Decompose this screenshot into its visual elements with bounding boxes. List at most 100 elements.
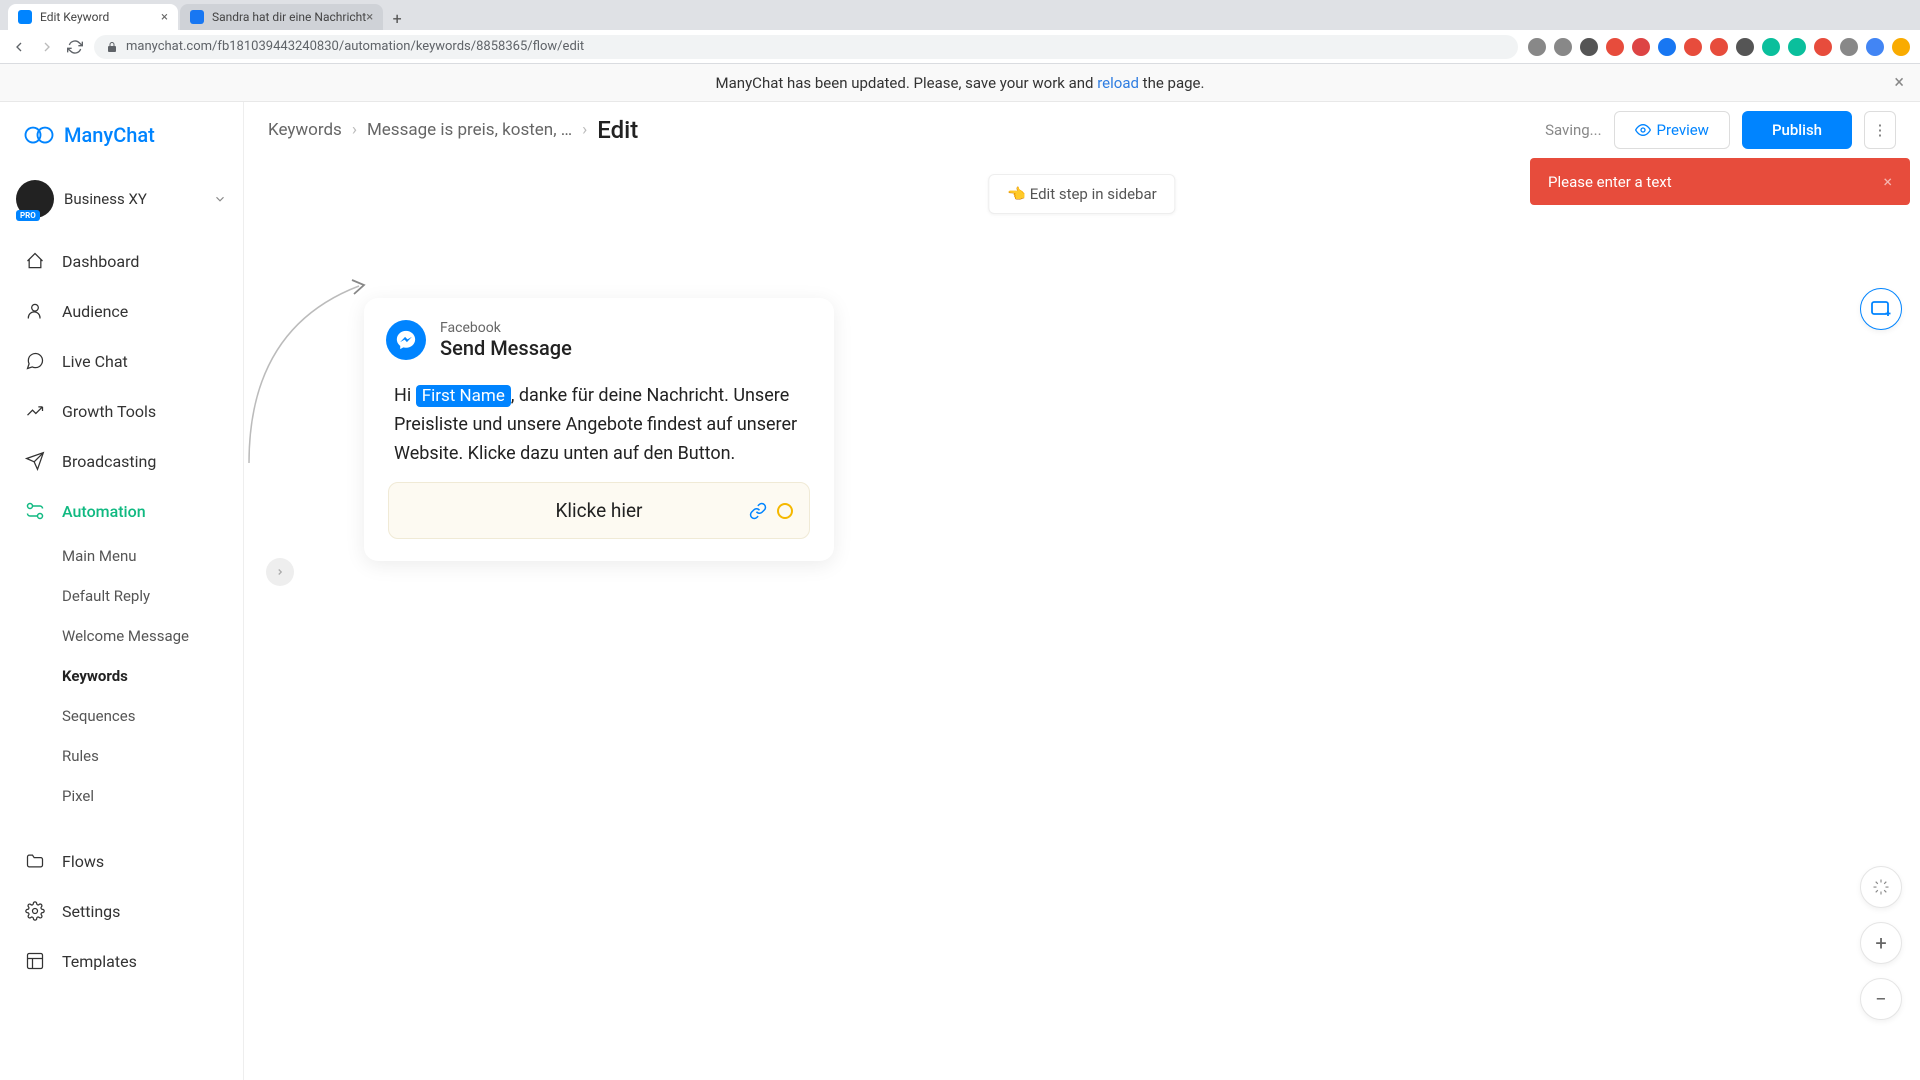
- subnav-sequences[interactable]: Sequences: [62, 696, 243, 736]
- sidebar-item-label: Growth Tools: [62, 402, 156, 421]
- sidebar-item-growthtools[interactable]: Growth Tools: [0, 386, 243, 436]
- add-step-button[interactable]: [1860, 288, 1902, 330]
- sidebar-item-label: Audience: [62, 302, 128, 321]
- browser-tab-active[interactable]: Edit Keyword ×: [8, 4, 178, 30]
- update-banner: ManyChat has been updated. Please, save …: [0, 64, 1920, 102]
- sidebar-item-label: Broadcasting: [62, 452, 156, 471]
- breadcrumb: Keywords › Message is preis, kosten, … ›…: [268, 116, 638, 144]
- avatar-icon[interactable]: [1892, 38, 1910, 56]
- message-body[interactable]: Hi First Name, danke für deine Nachricht…: [386, 378, 812, 539]
- extension-icon[interactable]: [1580, 38, 1598, 56]
- eye-icon: [1635, 122, 1651, 138]
- subnav-default-reply[interactable]: Default Reply: [62, 576, 243, 616]
- message-text: Hi First Name, danke für deine Nachricht…: [388, 382, 810, 482]
- messenger-icon: [386, 320, 426, 360]
- sidebar-item-flows[interactable]: Flows: [0, 836, 243, 886]
- sidebar-item-broadcasting[interactable]: Broadcasting: [0, 436, 243, 486]
- address-bar[interactable]: manychat.com/fb181039443240830/automatio…: [94, 35, 1518, 59]
- extension-icon[interactable]: [1866, 38, 1884, 56]
- automation-icon: [24, 500, 46, 522]
- pro-badge: PRO: [16, 210, 40, 221]
- extension-icon[interactable]: [1814, 38, 1832, 56]
- auto-arrange-button[interactable]: [1860, 866, 1902, 908]
- breadcrumb-link[interactable]: Keywords: [268, 120, 342, 140]
- sidebar-item-livechat[interactable]: Live Chat: [0, 336, 243, 386]
- breadcrumb-link[interactable]: Message is preis, kosten, …: [367, 120, 572, 140]
- folder-icon: [24, 850, 46, 872]
- subnav-welcome-message[interactable]: Welcome Message: [62, 616, 243, 656]
- favicon-icon: [18, 10, 32, 24]
- main-area: Keywords › Message is preis, kosten, … ›…: [244, 102, 1920, 1080]
- zoom-out-button[interactable]: −: [1860, 978, 1902, 1020]
- reload-link[interactable]: reload: [1097, 74, 1139, 92]
- lock-icon: [106, 41, 118, 53]
- chevron-right-icon: ›: [582, 120, 587, 140]
- zoom-tools: + −: [1860, 866, 1902, 1020]
- browser-tab[interactable]: Sandra hat dir eine Nachricht ×: [180, 4, 383, 30]
- reload-button[interactable]: [66, 38, 84, 56]
- publish-button[interactable]: Publish: [1742, 111, 1852, 149]
- preview-button[interactable]: Preview: [1614, 111, 1730, 149]
- subnav-rules[interactable]: Rules: [62, 736, 243, 776]
- close-icon[interactable]: ×: [1894, 72, 1904, 93]
- extension-icon[interactable]: [1606, 38, 1624, 56]
- sidebar-item-settings[interactable]: Settings: [0, 886, 243, 936]
- flow-canvas[interactable]: Facebook Send Message Hi First Name, dan…: [244, 158, 1920, 1080]
- chat-icon: [24, 350, 46, 372]
- automation-subnav: Main Menu Default Reply Welcome Message …: [0, 536, 243, 816]
- link-icon: [749, 502, 767, 520]
- account-name: Business XY: [64, 190, 147, 208]
- extension-icon[interactable]: [1710, 38, 1728, 56]
- extension-icon[interactable]: [1528, 38, 1546, 56]
- home-icon: [24, 250, 46, 272]
- tab-title: Edit Keyword: [40, 10, 109, 24]
- brand-name: ManyChat: [64, 123, 155, 147]
- sidebar: ManyChat PRO Business XY Dashboard Audie…: [0, 102, 244, 1080]
- close-icon[interactable]: ×: [161, 10, 168, 25]
- brand-logo[interactable]: ManyChat: [0, 120, 243, 172]
- extension-icon[interactable]: [1658, 38, 1676, 56]
- topbar: Keywords › Message is preis, kosten, … ›…: [244, 102, 1920, 158]
- logo-icon: [24, 120, 54, 150]
- sidebar-item-templates[interactable]: Templates: [0, 936, 243, 986]
- saving-status: Saving...: [1545, 121, 1601, 139]
- extension-icon[interactable]: [1632, 38, 1650, 56]
- sidebar-item-automation[interactable]: Automation: [0, 486, 243, 536]
- extension-icon[interactable]: [1762, 38, 1780, 56]
- sidebar-item-label: Dashboard: [62, 252, 139, 271]
- status-ring-icon: [777, 503, 793, 519]
- subnav-keywords[interactable]: Keywords: [62, 656, 243, 696]
- sidebar-item-dashboard[interactable]: Dashboard: [0, 236, 243, 286]
- extension-icon[interactable]: [1554, 38, 1572, 56]
- account-switcher[interactable]: PRO Business XY: [0, 172, 243, 236]
- extension-icon[interactable]: [1736, 38, 1754, 56]
- tab-title: Sandra hat dir eine Nachricht: [212, 10, 366, 24]
- main-nav: Dashboard Audience Live Chat Growth Tool…: [0, 236, 243, 536]
- variable-chip[interactable]: First Name: [416, 385, 511, 407]
- send-message-node[interactable]: Facebook Send Message Hi First Name, dan…: [364, 298, 834, 561]
- extension-icon[interactable]: [1684, 38, 1702, 56]
- gear-icon: [24, 900, 46, 922]
- new-tab-button[interactable]: +: [385, 6, 409, 30]
- close-icon[interactable]: ×: [366, 10, 373, 25]
- sidebar-item-audience[interactable]: Audience: [0, 286, 243, 336]
- forward-button[interactable]: [38, 38, 56, 56]
- users-icon: [24, 300, 46, 322]
- banner-text: ManyChat has been updated. Please, save …: [716, 74, 1205, 92]
- sidebar-item-label: Automation: [62, 502, 146, 521]
- subnav-pixel[interactable]: Pixel: [62, 776, 243, 816]
- url-text: manychat.com/fb181039443240830/automatio…: [126, 39, 584, 54]
- canvas-tools: [1860, 288, 1902, 330]
- subnav-main-menu[interactable]: Main Menu: [62, 536, 243, 576]
- page-title: Edit: [597, 116, 638, 144]
- message-button[interactable]: Klicke hier: [388, 482, 810, 539]
- more-button[interactable]: ⋮: [1864, 111, 1896, 149]
- extension-icon[interactable]: [1840, 38, 1858, 56]
- browser-tab-strip: Edit Keyword × Sandra hat dir eine Nachr…: [0, 0, 1920, 30]
- collapse-handle[interactable]: [266, 558, 294, 586]
- favicon-icon: [190, 10, 204, 24]
- back-button[interactable]: [10, 38, 28, 56]
- node-header: Facebook Send Message: [386, 320, 812, 360]
- zoom-in-button[interactable]: +: [1860, 922, 1902, 964]
- extension-icon[interactable]: [1788, 38, 1806, 56]
